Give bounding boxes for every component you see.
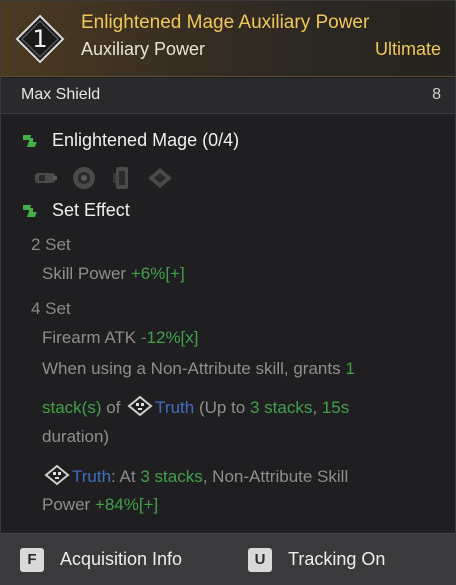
- two-set-stat: Skill Power: [42, 264, 127, 283]
- four-set-bonus: -12%[x]: [140, 328, 199, 347]
- four-set-desc-line-5: Power +84%[+]: [42, 495, 158, 515]
- acquisition-info-button[interactable]: Acquisition Info: [60, 549, 182, 570]
- set-pieces: [31, 163, 191, 193]
- item-title: Enlightened Mage Auxiliary Power: [81, 12, 370, 33]
- desc-rest: , Non-Attribute Skill: [202, 467, 349, 486]
- desc-power: Power: [42, 495, 91, 514]
- truth-buff-name: Truth: [155, 398, 195, 417]
- set-effect-chain-icon: [23, 203, 41, 219]
- desc-of: of: [106, 398, 121, 417]
- tracking-key[interactable]: U: [248, 548, 272, 572]
- desc-max-stacks: 3 stacks: [249, 398, 313, 417]
- set-effect-title: Set Effect: [52, 200, 130, 220]
- desc-at: : At: [111, 467, 136, 486]
- stat-value: 8: [432, 86, 441, 103]
- auxiliary-power-icon: [31, 163, 61, 193]
- stat-row-max-shield: Max Shield 8: [1, 78, 455, 114]
- desc-power-bonus: +84%[+]: [94, 495, 159, 514]
- memory-icon: [107, 163, 137, 193]
- four-set-desc-line-4: Truth: At 3 stacks, Non-Attribute Skill: [42, 464, 348, 487]
- processor-icon: [145, 163, 175, 193]
- desc-duration: 15s: [321, 398, 350, 417]
- tooltip-footer: F Acquisition Info U Tracking On: [1, 533, 455, 584]
- set-name: Enlightened Mage (0/4): [52, 130, 240, 150]
- four-set-desc-line-1: When using a Non-Attribute skill, grants…: [42, 359, 355, 379]
- acquisition-info-key[interactable]: F: [20, 548, 44, 572]
- four-set-stat: Firearm ATK: [42, 328, 137, 347]
- truth-buff-icon: [127, 395, 153, 417]
- desc-comma: ,: [312, 398, 318, 417]
- set-chain-icon: [23, 133, 41, 149]
- truth-buff-name: Truth: [72, 467, 112, 486]
- tooltip-header: 1 Enlightened Mage Auxiliary Power Auxil…: [1, 1, 455, 77]
- four-set-label: 4 Set: [31, 299, 71, 318]
- desc-stacks-word: stack(s): [42, 398, 102, 417]
- item-grade: Ultimate: [374, 39, 441, 59]
- four-set-effect-stat: Firearm ATK -12%[x]: [42, 328, 199, 348]
- two-set-bonus: +6%[+]: [130, 264, 185, 283]
- tier-number: 1: [32, 25, 48, 53]
- item-tooltip: 1 Enlightened Mage Auxiliary Power Auxil…: [0, 0, 456, 585]
- four-set-desc-line-2: stack(s) of Truth (Up to 3 stacks, 15s: [42, 395, 349, 418]
- four-set-desc-line-3: duration): [42, 427, 110, 446]
- desc-up-to: (Up to: [198, 398, 246, 417]
- two-set-label: 2 Set: [31, 235, 71, 254]
- tracking-toggle[interactable]: Tracking On: [288, 549, 385, 570]
- item-category: Auxiliary Power: [81, 39, 206, 59]
- truth-buff-icon: [44, 464, 70, 486]
- sensor-icon: [69, 163, 99, 193]
- desc-req-stacks: 3 stacks: [140, 467, 203, 486]
- desc-text: When using a Non-Attribute skill, grants: [42, 359, 341, 378]
- desc-stack-count: 1: [345, 359, 355, 378]
- stat-label: Max Shield: [21, 86, 101, 103]
- two-set-effect: Skill Power +6%[+]: [42, 264, 185, 284]
